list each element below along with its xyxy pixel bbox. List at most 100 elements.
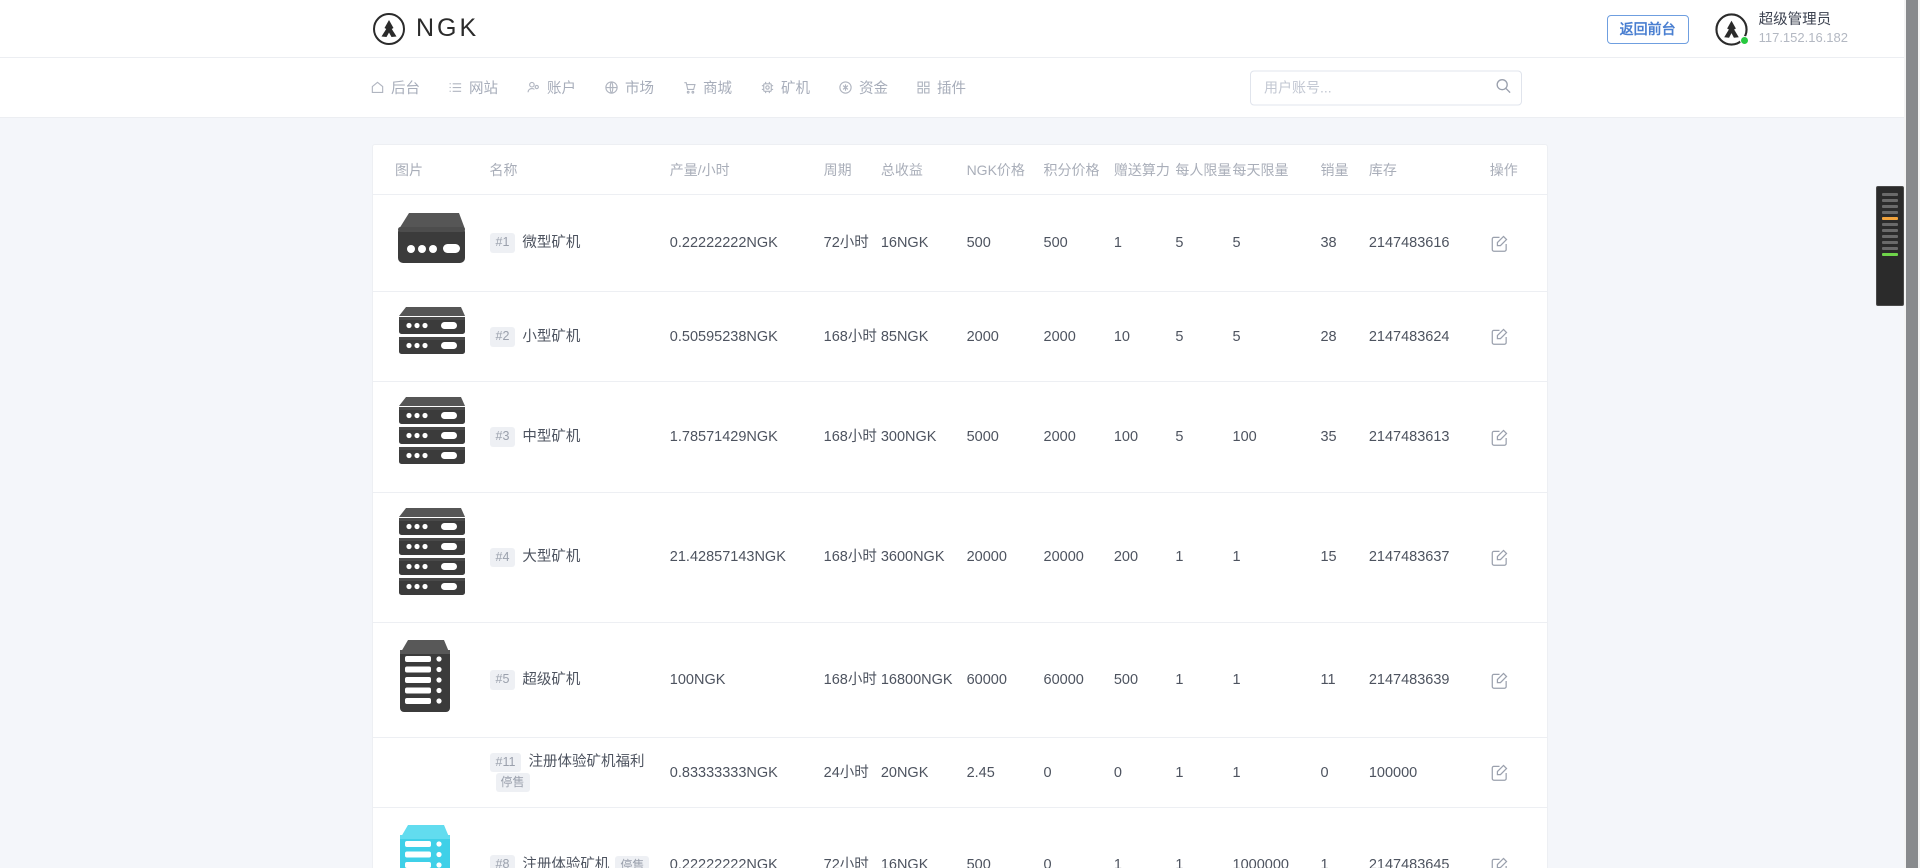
edit-icon[interactable] — [1490, 234, 1509, 253]
widget-bar — [1882, 193, 1898, 196]
cell-period: 72小时 — [824, 194, 881, 291]
cell-image — [373, 623, 490, 738]
top-bar: NGK 返回前台 超级管理员 117.152.16.182 — [0, 0, 1920, 58]
miner-name: 注册体验矿机 — [522, 857, 609, 868]
user-profile[interactable]: 超级管理员 117.152.16.182 — [1715, 11, 1848, 46]
chip-icon — [760, 80, 775, 95]
cell-ngk-price: 2.45 — [967, 738, 1044, 808]
widget-bar — [1882, 235, 1898, 238]
nav-item-shop[interactable]: 商城 — [668, 77, 746, 98]
scrollbar-thumb[interactable] — [1906, 0, 1918, 868]
cell-ngk-price: 2000 — [967, 292, 1044, 382]
cell-rate: 0.50595238NGK — [670, 292, 824, 382]
browser-extension-panel[interactable] — [1876, 186, 1904, 306]
cell-total-income: 20NGK — [881, 738, 967, 808]
cell-action — [1490, 738, 1547, 808]
cart-icon — [682, 80, 697, 95]
return-to-frontend-button[interactable]: 返回前台 — [1607, 15, 1689, 44]
cell-name: #5超级矿机 — [490, 623, 670, 738]
cell-period: 72小时 — [824, 807, 881, 868]
col-header-point-price: 积分价格 — [1044, 145, 1114, 194]
miner-table-card: 图片 名称 产量/小时 周期 总收益 NGK价格 积分价格 赠送算力 每人限量 … — [372, 144, 1548, 868]
nav-item-website[interactable]: 网站 — [434, 77, 512, 98]
miner-name-cell: #5超级矿机 — [490, 670, 670, 690]
cell-image — [373, 382, 490, 492]
cell-name: #8注册体验矿机停售 — [490, 807, 670, 868]
brand-name: NGK — [416, 14, 479, 43]
cell-period: 168小时 — [824, 292, 881, 382]
cell-bonus-power: 1 — [1114, 194, 1176, 291]
nav-item-plugins[interactable]: 插件 — [902, 77, 980, 98]
search-icon[interactable] — [1493, 78, 1513, 98]
cell-ngk-price: 500 — [967, 807, 1044, 868]
avatar[interactable] — [1715, 13, 1748, 46]
brand[interactable]: NGK — [372, 12, 479, 46]
cell-name: #2小型矿机 — [490, 292, 670, 382]
table-head: 图片 名称 产量/小时 周期 总收益 NGK价格 积分价格 赠送算力 每人限量 … — [373, 145, 1547, 194]
miner-name-cell: #11注册体验矿机福利停售 — [490, 752, 670, 793]
miner-name-cell: #8注册体验矿机停售 — [490, 855, 670, 868]
cell-point-price: 2000 — [1044, 382, 1114, 492]
user-ip-address: 117.152.16.182 — [1759, 30, 1848, 46]
cell-period: 168小时 — [824, 492, 881, 622]
search-box[interactable] — [1250, 70, 1522, 105]
table-row: #8注册体验矿机停售 0.22222222NGK 72小时 16NGK 500 … — [373, 807, 1547, 868]
col-header-image: 图片 — [373, 145, 490, 194]
cell-image — [373, 738, 490, 808]
cell-name: #1 微型矿机 — [490, 194, 670, 291]
cell-image — [373, 194, 490, 291]
miner-name-cell: #3中型矿机 — [490, 427, 670, 447]
coin-icon — [838, 80, 853, 95]
page-scrollbar[interactable] — [1904, 0, 1920, 868]
table-row: #5超级矿机 100NGK 168小时 16800NGK 60000 60000… — [373, 623, 1547, 738]
search-input[interactable] — [1250, 70, 1522, 105]
cell-daily-limit: 1 — [1233, 623, 1321, 738]
widget-bar — [1882, 205, 1898, 208]
miner-stack2-dark-icon — [395, 306, 490, 367]
miner-name: 微型矿机 — [522, 235, 580, 251]
user-meta: 超级管理员 117.152.16.182 — [1759, 11, 1848, 46]
cell-bonus-power: 1 — [1114, 807, 1176, 868]
cell-person-limit: 5 — [1175, 292, 1232, 382]
edit-icon[interactable] — [1490, 856, 1509, 868]
status-badge: 停售 — [615, 856, 649, 868]
user-icon — [526, 80, 541, 95]
user-name: 超级管理员 — [1759, 11, 1848, 29]
widget-bar — [1882, 223, 1898, 226]
col-header-name: 名称 — [490, 145, 670, 194]
cell-ngk-price: 5000 — [967, 382, 1044, 492]
nav-item-market[interactable]: 市场 — [590, 77, 668, 98]
list-icon — [448, 80, 463, 95]
edit-icon[interactable] — [1490, 671, 1509, 690]
cell-stock: 2147483613 — [1369, 382, 1490, 492]
cell-rate: 21.42857143NGK — [670, 492, 824, 622]
nav-item-funds[interactable]: 资金 — [824, 77, 902, 98]
miner-stack4-dark-icon — [395, 507, 490, 608]
cell-person-limit: 5 — [1175, 194, 1232, 291]
miner-name: 中型矿机 — [522, 429, 580, 445]
cell-ngk-price: 20000 — [967, 492, 1044, 622]
nav-item-miner[interactable]: 矿机 — [746, 77, 824, 98]
nav-item-backend[interactable]: 后台 — [356, 77, 434, 98]
cell-point-price: 500 — [1044, 194, 1114, 291]
edit-icon[interactable] — [1490, 428, 1509, 447]
edit-icon[interactable] — [1490, 327, 1509, 346]
nav-label: 后台 — [391, 77, 420, 98]
miner-id-badge: #1 — [490, 233, 516, 253]
edit-icon[interactable] — [1490, 763, 1509, 782]
table-row: #3中型矿机 1.78571429NGK 168小时 300NGK 5000 2… — [373, 382, 1547, 492]
table-body: #1微型矿机 0.22222222NGK 72小时 16NGK 500 500 … — [373, 194, 1547, 868]
cell-point-price: 60000 — [1044, 623, 1114, 738]
nav-item-account[interactable]: 账户 — [512, 77, 590, 98]
nav-items: 后台 网站 账户 — [356, 77, 980, 98]
edit-icon[interactable] — [1490, 548, 1509, 567]
cell-sold: 1 — [1320, 807, 1368, 868]
cell-stock: 2147483645 — [1369, 807, 1490, 868]
miner-name: 超级矿机 — [522, 672, 580, 688]
cell-action — [1490, 492, 1547, 622]
cell-rate: 0.22222222NGK — [670, 807, 824, 868]
status-badge: 停售 — [496, 773, 530, 792]
miner-name-cell: #4大型矿机 — [490, 547, 670, 567]
cell-bonus-power: 10 — [1114, 292, 1176, 382]
cell-period: 24小时 — [824, 738, 881, 808]
